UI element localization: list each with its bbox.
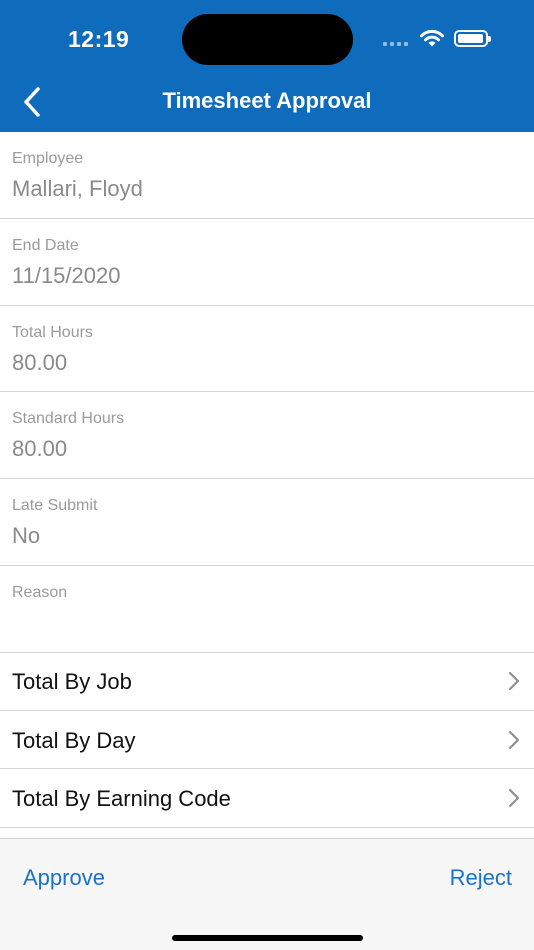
home-indicator xyxy=(172,935,363,941)
row-total-by-earning-code[interactable]: Total By Earning Code xyxy=(0,769,534,828)
field-label: Late Submit xyxy=(12,497,98,515)
chevron-right-icon xyxy=(508,730,520,749)
row-label: Total By Earning Code xyxy=(12,786,231,811)
field-standard-hours: Standard Hours 80.00 xyxy=(0,392,534,480)
chevron-right-icon xyxy=(508,671,520,691)
field-label: Employee xyxy=(12,150,84,167)
approve-button[interactable]: Approve xyxy=(23,865,105,891)
status-time: 12:19 xyxy=(68,26,130,52)
summary-list: Total By Job Total By Day Total By Earni… xyxy=(0,652,534,828)
bottom-toolbar: Approve Reject xyxy=(0,838,534,950)
row-label: Total By Day xyxy=(12,727,136,753)
battery-icon xyxy=(454,30,491,47)
row-total-by-day[interactable]: Total By Day xyxy=(0,711,534,769)
field-value: Mallari, Floyd xyxy=(12,176,143,201)
field-label: Standard Hours xyxy=(12,410,125,428)
field-total-hours: Total Hours 80.00 xyxy=(0,306,534,393)
field-value: 80.00 xyxy=(12,436,68,462)
reject-button[interactable]: Reject xyxy=(450,865,512,891)
field-reason: Reason xyxy=(0,566,534,653)
field-label: End Date xyxy=(12,236,79,254)
field-employee: Employee Mallari, Floyd xyxy=(0,132,534,219)
row-label: Total By Job xyxy=(12,669,132,694)
row-total-by-job[interactable]: Total By Job xyxy=(0,652,534,711)
field-label: Reason xyxy=(12,583,68,601)
detail-fields: Employee Mallari, Floyd End Date 11/15/2… xyxy=(0,132,534,653)
field-label: Total Hours xyxy=(12,323,93,341)
field-value: 80.00 xyxy=(12,349,68,375)
field-value: 11/15/2020 xyxy=(12,262,121,288)
field-late-submit: Late Submit No xyxy=(0,479,534,566)
field-value: No xyxy=(12,523,41,549)
page-title: Timesheet Approval xyxy=(162,88,372,113)
field-end-date: End Date 11/15/2020 xyxy=(0,219,534,306)
signal-icon xyxy=(383,42,408,46)
wifi-icon xyxy=(420,29,444,47)
app-header: 12:19 Timesheet Approval xyxy=(0,0,534,132)
chevron-right-icon xyxy=(508,788,520,808)
dynamic-island xyxy=(182,14,353,65)
